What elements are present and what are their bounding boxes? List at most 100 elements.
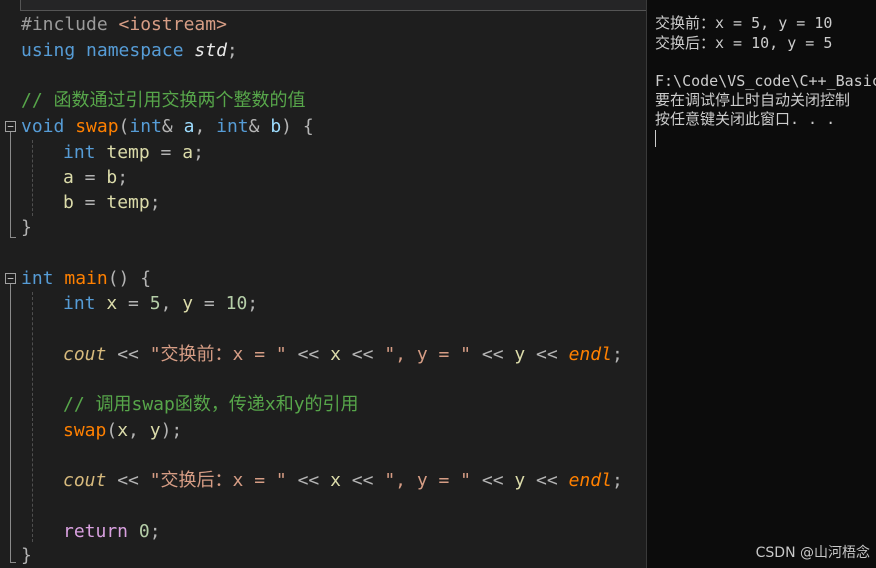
param: a	[183, 116, 195, 137]
keyword: int	[129, 116, 162, 137]
console-cursor	[655, 130, 656, 147]
console-window[interactable]: 交换前：x = 5, y = 10 交换后：x = 10, y = 5 F:\C…	[646, 0, 876, 568]
variable: a	[182, 142, 194, 163]
number: 0	[138, 521, 150, 542]
punct: =	[117, 293, 150, 314]
number: 10	[225, 293, 248, 314]
code-line-9: }	[21, 217, 32, 238]
operator: <<	[286, 344, 331, 365]
fold-toggle-main[interactable]: −	[5, 273, 16, 284]
variable: b	[63, 192, 74, 213]
keyword: void	[21, 116, 76, 137]
code-line-6: int temp = a;	[63, 140, 204, 165]
editor-top-bar	[20, 0, 646, 11]
code-line-8: b = temp;	[63, 190, 161, 215]
punct: ,	[194, 116, 217, 137]
console-line-5: 要在调试停止时自动关闭控制	[655, 91, 851, 109]
fold-end-main	[10, 562, 16, 563]
string-literal: "交换后：x = "	[149, 470, 287, 491]
operator: <<	[106, 470, 150, 491]
fold-end-swap	[10, 237, 16, 238]
punct: ;	[149, 521, 161, 542]
punct: ;	[226, 40, 238, 61]
function-name: main	[64, 268, 108, 289]
console-line-4: F:\Code\VS_code\C++_Basic	[655, 72, 876, 90]
stream-object: cout	[63, 344, 107, 365]
punct: (	[106, 420, 118, 441]
console-line-1: 交换前：x = 5, y = 10	[655, 14, 833, 32]
code-line-21: return 0;	[63, 519, 161, 544]
code-line-14: cout << "交换前：x = " << x << ", y = " << y…	[63, 342, 623, 367]
operator: <<	[525, 344, 569, 365]
code-line-12: int x = 5, y = 10;	[63, 291, 258, 316]
operator: <<	[471, 470, 515, 491]
function-call: swap	[63, 420, 107, 441]
operator: <<	[525, 470, 569, 491]
variable: temp	[106, 142, 150, 163]
console-line-6: 按任意键关闭此窗口. . .	[655, 110, 836, 128]
variable: y	[149, 420, 161, 441]
punct: =	[73, 167, 107, 188]
variable: temp	[106, 192, 150, 213]
punct: =	[193, 293, 226, 314]
fold-region-main	[10, 284, 11, 562]
code-line-17: swap(x, y);	[63, 418, 182, 443]
string-literal: "交换前：x = "	[149, 344, 287, 365]
console-line-2: 交换后：x = 10, y = 5	[655, 34, 833, 52]
operator: <<	[471, 344, 515, 365]
code-line-16: // 调用swap函数，传递x和y的引用	[63, 394, 359, 415]
indent-guide-main	[32, 292, 33, 542]
keyword: int	[21, 268, 65, 289]
fold-region-swap	[10, 132, 11, 237]
code-editor[interactable]: − − #include <iostream> using namespace …	[0, 0, 646, 568]
punct: =	[149, 142, 183, 163]
string-literal: ", y = "	[384, 470, 472, 491]
code-line-11: int main() {	[21, 266, 151, 291]
directive: #include	[21, 14, 119, 35]
param: b	[270, 116, 282, 137]
operator: <<	[286, 470, 331, 491]
include-file: <iostream>	[118, 14, 227, 35]
variable: x	[106, 293, 118, 314]
variable: y	[514, 344, 526, 365]
variable: y	[182, 293, 194, 314]
operator: <<	[340, 344, 385, 365]
variable: a	[63, 167, 74, 188]
function-name: swap	[75, 116, 119, 137]
code-line-7: a = b;	[63, 165, 128, 190]
punct: ;	[247, 293, 259, 314]
punct: ;	[149, 192, 161, 213]
namespace: std	[194, 40, 227, 61]
punct: ;	[193, 142, 204, 163]
punct: &	[248, 116, 271, 137]
operator: <<	[106, 344, 150, 365]
indent-guide-swap	[32, 140, 33, 216]
number: 5	[149, 293, 161, 314]
watermark: CSDN @山河梧念	[755, 545, 870, 561]
keyword: return	[63, 521, 139, 542]
variable: x	[117, 420, 129, 441]
keyword: int	[216, 116, 249, 137]
punct: (	[118, 116, 130, 137]
variable: b	[106, 167, 118, 188]
punct: );	[160, 420, 183, 441]
punct: ;	[611, 470, 623, 491]
code-line-2: using namespace std;	[21, 38, 238, 63]
code-line-22: }	[21, 545, 32, 566]
punct: ,	[128, 420, 150, 441]
string-literal: ", y = "	[384, 344, 472, 365]
punct: ,	[160, 293, 183, 314]
keyword: using namespace	[21, 40, 195, 61]
punct: () {	[107, 268, 152, 289]
punct: =	[73, 192, 107, 213]
code-line-4: // 函数通过引用交换两个整数的值	[21, 90, 306, 111]
keyword: int	[63, 142, 107, 163]
variable: x	[330, 344, 341, 365]
code-line-5: void swap(int& a, int& b) {	[21, 114, 314, 139]
keyword: int	[63, 293, 107, 314]
variable: x	[330, 470, 341, 491]
fold-toggle-swap[interactable]: −	[5, 121, 16, 132]
stream-object: cout	[63, 470, 107, 491]
punct: &	[161, 116, 184, 137]
punct: ) {	[281, 116, 314, 137]
